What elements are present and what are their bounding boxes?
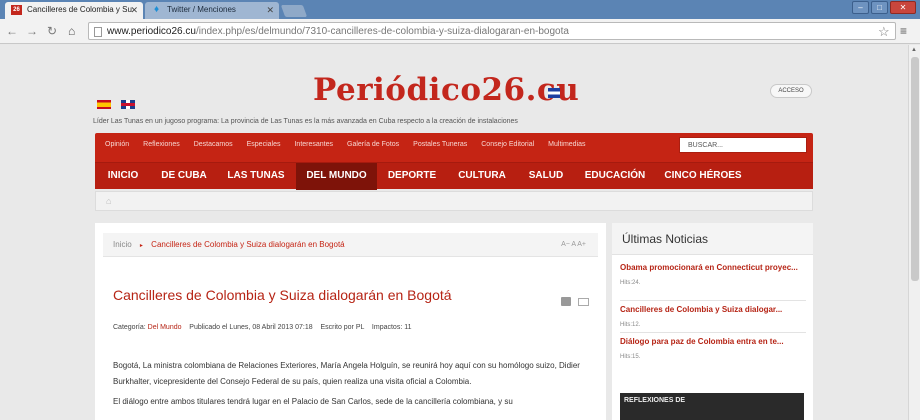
article-title[interactable]: Cancilleres de Colombia y Suiza dialogar… xyxy=(113,287,452,303)
home-icon[interactable]: ⌂ xyxy=(106,196,116,206)
reflexiones-banner[interactable]: REFLEXIONES DE xyxy=(620,393,804,420)
latest-news-title: Últimas Noticias xyxy=(612,223,813,255)
login-button[interactable]: ACCESO xyxy=(770,84,812,98)
tab-label: Twitter / Menciones xyxy=(167,5,236,14)
nav-salud[interactable]: SALUD xyxy=(517,163,575,190)
article-meta: Categoría: Del Mundo Publicado el Lunes,… xyxy=(113,324,411,331)
breadcrumb-separator-icon: ▸ xyxy=(139,243,143,249)
category-link[interactable]: Del Mundo xyxy=(148,324,182,331)
reflexiones-panel: REFLEXIONES DE xyxy=(612,385,813,420)
bookmark-star-icon[interactable]: ☆ xyxy=(878,24,890,40)
scroll-up-icon[interactable]: ▲ xyxy=(911,47,917,53)
site-logo[interactable]: Periódico26.cu xyxy=(313,72,579,108)
subnav-item[interactable]: Multimedias xyxy=(548,141,585,148)
subnav-item[interactable]: Consejo Editorial xyxy=(481,141,534,148)
cuban-flag-icon xyxy=(548,88,560,98)
nav-las-tunas[interactable]: LAS TUNAS xyxy=(217,163,295,190)
email-icon[interactable] xyxy=(578,298,589,306)
browser-toolbar: ← → ↻ ⌂ www.periodico26.cu/index.php/es/… xyxy=(0,19,920,44)
subnav-item[interactable]: Galería de Fotos xyxy=(347,141,399,148)
published-date: Publicado el Lunes, 08 Abril 2013 07:18 xyxy=(189,324,313,331)
periodico26-favicon: 26 xyxy=(11,5,22,15)
news-title[interactable]: Diálogo para paz de Colombia entra en te… xyxy=(620,337,806,347)
section-menu: INICIO DE CUBA LAS TUNAS DEL MUNDO DEPOR… xyxy=(95,162,813,190)
maximize-icon[interactable]: □ xyxy=(871,1,888,14)
news-ticker[interactable]: Líder Las Tunas en un jugoso programa: L… xyxy=(93,118,518,125)
url-path: /index.php/es/delmundo/7310-cancilleres-… xyxy=(195,26,569,37)
breadcrumb-home[interactable]: Inicio xyxy=(113,240,132,249)
author: Escrito por PL xyxy=(320,324,365,331)
minimize-icon[interactable]: – xyxy=(852,1,869,14)
sub-navigation: Opinión Reflexiones Destacamos Especiale… xyxy=(105,141,600,148)
subnav-item[interactable]: Postales Tuneras xyxy=(413,141,467,148)
main-navigation: Opinión Reflexiones Destacamos Especiale… xyxy=(95,133,813,190)
search-input[interactable]: BUSCAR... xyxy=(679,137,807,153)
article-panel: Inicio ▸ Cancilleres de Colombia y Suiza… xyxy=(95,223,606,420)
page-viewport: Periódico26.cu ACCESO Líder Las Tunas en… xyxy=(0,45,908,420)
menu-icon[interactable]: ≡ xyxy=(900,24,907,38)
reload-icon[interactable]: ↻ xyxy=(47,24,57,38)
address-bar[interactable]: www.periodico26.cu/index.php/es/delmundo… xyxy=(88,22,896,40)
subnav-item[interactable]: Especiales xyxy=(247,141,281,148)
bird-icon: ♦ xyxy=(153,4,160,15)
breadcrumb-current: Cancilleres de Colombia y Suiza dialogar… xyxy=(151,240,345,249)
news-hits: Hits:24. xyxy=(620,280,641,286)
news-title[interactable]: Cancilleres de Colombia y Suiza dialogar… xyxy=(620,305,806,315)
subnav-item[interactable]: Opinión xyxy=(105,141,129,148)
article-body: Bogotá, La ministra colombiana de Relaci… xyxy=(113,358,593,414)
news-item[interactable]: Diálogo para paz de Colombia entra en te… xyxy=(620,337,806,365)
category-label: Categoría: xyxy=(113,324,146,331)
window-controls: – □ ✕ xyxy=(852,1,916,14)
back-icon[interactable]: ← xyxy=(6,24,18,38)
breadcrumb-bar: ⌂ xyxy=(95,191,813,211)
subnav-item[interactable]: Interesantes xyxy=(294,141,333,148)
subnav-item[interactable]: Reflexiones xyxy=(143,141,180,148)
browser-tab-bar: 26 Cancilleres de Colombia y Su ✕ ♦ Twit… xyxy=(0,0,920,19)
subnav-item[interactable]: Destacamos xyxy=(194,141,233,148)
nav-deporte[interactable]: DEPORTE xyxy=(377,163,447,190)
url-host: www.periodico26.cu xyxy=(107,26,196,37)
close-tab-icon[interactable]: ✕ xyxy=(130,5,138,16)
news-title[interactable]: Obama promocionará en Connecticut proyec… xyxy=(620,263,806,273)
english-flag-icon[interactable] xyxy=(121,100,135,109)
nav-inicio[interactable]: INICIO xyxy=(95,163,151,190)
font-size-controls[interactable]: A− A A+ xyxy=(561,233,586,257)
close-window-icon[interactable]: ✕ xyxy=(890,1,916,14)
spanish-flag-icon[interactable] xyxy=(97,100,111,109)
news-item[interactable]: Obama promocionará en Connecticut proyec… xyxy=(620,263,806,301)
nav-cinco-heroes[interactable]: CINCO HÉROES xyxy=(655,163,751,190)
new-tab-button[interactable] xyxy=(280,5,308,17)
nav-educacion[interactable]: EDUCACIÓN xyxy=(575,163,655,190)
paragraph: El diálogo entre ambos titulares tendrá … xyxy=(113,397,513,406)
forward-icon[interactable]: → xyxy=(26,24,38,38)
print-icon[interactable] xyxy=(561,297,571,306)
news-hits: Hits:12. xyxy=(620,322,641,328)
scrollbar[interactable]: ▲ xyxy=(908,45,920,420)
page-icon xyxy=(94,27,102,37)
home-icon[interactable]: ⌂ xyxy=(68,24,75,38)
scroll-thumb[interactable] xyxy=(911,57,919,281)
tab-periodico26[interactable]: 26 Cancilleres de Colombia y Su ✕ xyxy=(5,2,143,19)
nav-cultura[interactable]: CULTURA xyxy=(447,163,517,190)
tab-twitter[interactable]: ♦ Twitter / Menciones ✕ xyxy=(145,2,279,19)
news-hits: Hits:15. xyxy=(620,354,641,360)
nav-del-mundo[interactable]: DEL MUNDO xyxy=(296,163,377,190)
news-item[interactable]: Cancilleres de Colombia y Suiza dialogar… xyxy=(620,305,806,333)
nav-de-cuba[interactable]: DE CUBA xyxy=(151,163,217,190)
close-tab-icon[interactable]: ✕ xyxy=(266,5,274,16)
paragraph: Bogotá, La ministra colombiana de Relaci… xyxy=(113,361,580,386)
impact-count: Impactos: 11 xyxy=(371,324,412,331)
breadcrumb: Inicio ▸ Cancilleres de Colombia y Suiza… xyxy=(103,233,598,257)
tab-label: Cancilleres de Colombia y Su xyxy=(27,5,132,14)
